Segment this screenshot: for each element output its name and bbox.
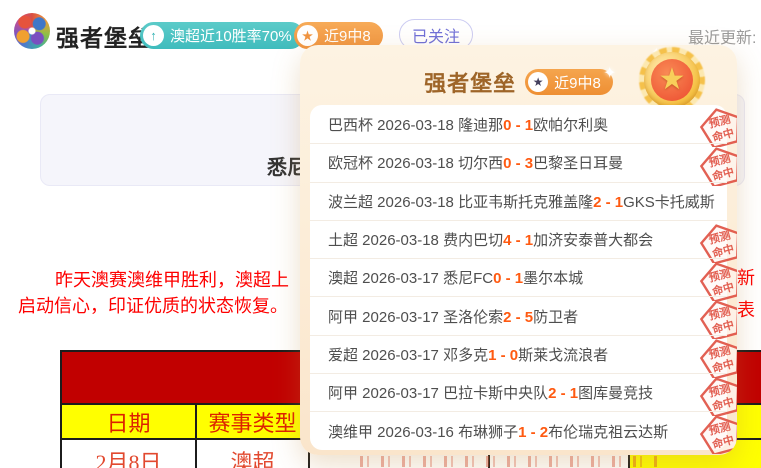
analysis-text-line1: 昨天澳赛澳维甲胜利，澳超上 — [55, 266, 289, 292]
svg-text:预测: 预测 — [707, 151, 732, 170]
record-row: 阿甲 2026-03-17 圣洛伦索2 - 5防卫者 预测 命中 — [310, 296, 727, 334]
analysis-text-line1-fragment: 新 — [737, 264, 755, 290]
record-score: 1 - 2 — [518, 424, 548, 441]
record-text: 阿甲 2026-03-17 圣洛伦索2 - 5防卫者 — [328, 306, 578, 327]
record-row: 阿甲 2026-03-17 巴拉卡斯中央队2 - 1图库曼竞技 预测 命中 — [310, 373, 727, 411]
svg-text:预测: 预测 — [707, 381, 732, 400]
svg-text:命中: 命中 — [710, 432, 736, 451]
record-score: 2 - 1 — [548, 385, 578, 402]
record-text: 欧冠杯 2026-03-18 切尔西0 - 3巴黎圣日耳曼 — [328, 152, 623, 173]
page-title: 强者堡垒 — [56, 19, 152, 53]
svg-text:预测: 预测 — [707, 266, 732, 285]
record-popup: 强者堡垒 ★ 近9中8 ✦ ✦ ✦ ★ 巴西杯 2026-03-18 隆迪那0 … — [300, 45, 737, 455]
record-list: 巴西杯 2026-03-18 隆迪那0 - 1欧帕尔利奥 预测 命中 欧冠杯 2… — [310, 105, 727, 450]
star-icon: ★ — [528, 72, 548, 92]
prediction-hit-stamp-icon: 预测 命中 — [699, 223, 737, 263]
svg-text:预测: 预测 — [707, 227, 732, 246]
svg-text:预测: 预测 — [707, 304, 732, 323]
svg-text:预测: 预测 — [707, 342, 732, 361]
winrate-badge-label: 澳超近10胜率70% — [170, 25, 292, 46]
record-score: 0 - 3 — [503, 155, 533, 172]
up-arrow-icon: ↑ — [143, 25, 164, 46]
table-header-date: 日期 — [60, 403, 197, 440]
popup-title: 强者堡垒 — [424, 66, 516, 98]
record-text: 澳维甲 2026-03-16 布琳狮子1 - 2布伦瑞克祖云达斯 — [328, 421, 668, 442]
screen: 强者堡垒 ↑ 澳超近10胜率70% ★ 近9中8 已关注 最近更新: 悉尼 昨天… — [0, 0, 761, 468]
prediction-hit-stamp-icon: 预测 命中 — [699, 376, 737, 416]
svg-text:命中: 命中 — [710, 125, 736, 144]
winrate-badge: ↑ 澳超近10胜率70% — [140, 22, 304, 49]
record-row: 波兰超 2026-03-18 比亚韦斯托克雅盖隆2 - 1GKS卡托威斯 — [310, 182, 727, 220]
svg-text:预测: 预测 — [707, 112, 732, 131]
record-text: 阿甲 2026-03-17 巴拉卡斯中央队2 - 1图库曼竞技 — [328, 382, 653, 403]
record-text: 土超 2026-03-18 费内巴切4 - 1加济安泰普大都会 — [328, 229, 653, 250]
record-row: 土超 2026-03-18 费内巴切4 - 1加济安泰普大都会 预测 命中 — [310, 220, 727, 258]
popup-streak-badge-label: 近9中8 — [554, 72, 601, 93]
prediction-hit-stamp-icon: 预测 命中 — [699, 146, 737, 186]
prediction-hit-stamp-icon: 预测 命中 — [699, 414, 737, 454]
prediction-hit-stamp-icon: 预测 命中 — [699, 107, 737, 147]
avatar[interactable] — [14, 13, 50, 49]
record-score: 0 - 1 — [503, 117, 533, 134]
streak-badge-label: 近9中8 — [324, 25, 371, 46]
star-icon: ★ — [297, 25, 318, 46]
svg-text:预测: 预测 — [707, 419, 732, 438]
table-header-league: 赛事类型 — [197, 403, 310, 440]
record-score: 1 - 0 — [488, 347, 518, 364]
record-score: 2 - 5 — [503, 309, 533, 326]
record-row: 爱超 2026-03-17 邓多克1 - 0斯莱戈流浪者 预测 命中 — [310, 335, 727, 373]
prediction-hit-stamp-icon: 预测 命中 — [699, 261, 737, 301]
record-text: 巴西杯 2026-03-18 隆迪那0 - 1欧帕尔利奥 — [328, 114, 608, 135]
record-row: 巴西杯 2026-03-18 隆迪那0 - 1欧帕尔利奥 预测 命中 — [310, 105, 727, 143]
sparkle-icon: ✦ — [603, 63, 616, 83]
record-text: 澳超 2026-03-17 悉尼FC0 - 1墨尔本城 — [328, 267, 583, 288]
clipped-background-text — [360, 456, 660, 467]
table-cell-league: 澳超 — [197, 440, 310, 468]
analysis-text-line2: 启动信心，印证优质的状态恢复。 — [18, 292, 288, 318]
record-text: 波兰超 2026-03-18 比亚韦斯托克雅盖隆2 - 1GKS卡托威斯 — [328, 191, 715, 212]
prediction-hit-stamp-icon: 预测 命中 — [699, 338, 737, 378]
record-text: 爱超 2026-03-17 邓多克1 - 0斯莱戈流浪者 — [328, 344, 608, 365]
gold-medal-icon: ★ — [639, 47, 705, 113]
table-cell-date: 2月8日 — [60, 440, 197, 468]
record-score: 0 - 1 — [493, 270, 523, 287]
record-score: 4 - 1 — [503, 232, 533, 249]
analysis-text-line2-fragment: 表 — [737, 296, 755, 322]
record-row: 澳维甲 2026-03-16 布琳狮子1 - 2布伦瑞克祖云达斯 预测 命中 — [310, 411, 727, 449]
record-row: 澳超 2026-03-17 悉尼FC0 - 1墨尔本城 预测 命中 — [310, 258, 727, 296]
prediction-hit-stamp-icon: 预测 命中 — [699, 299, 737, 339]
record-row: 欧冠杯 2026-03-18 切尔西0 - 3巴黎圣日耳曼 预测 命中 — [310, 143, 727, 181]
popup-streak-badge: ★ 近9中8 — [525, 69, 613, 95]
record-score: 2 - 1 — [593, 194, 623, 211]
